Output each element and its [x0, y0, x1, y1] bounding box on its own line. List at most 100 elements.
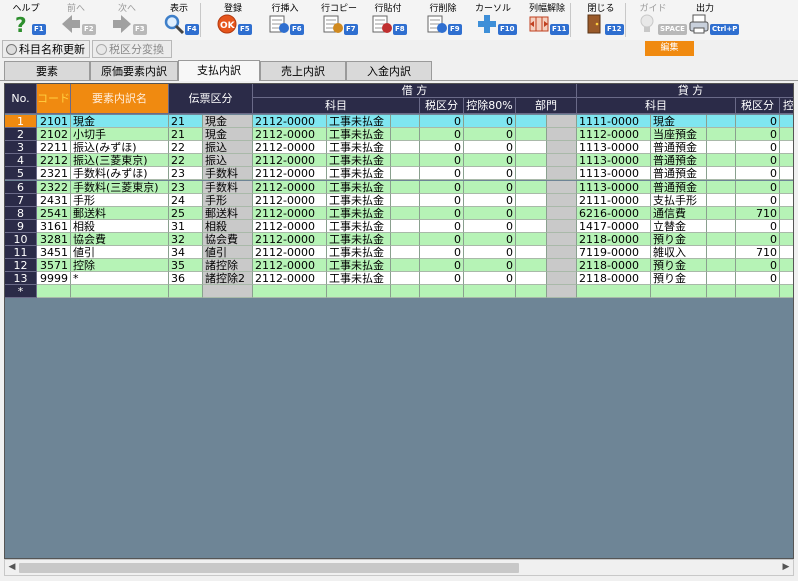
credit-deduct-cell[interactable]	[780, 285, 793, 299]
debit-tax-cell[interactable]: 0	[420, 141, 464, 155]
debit-account-code-cell[interactable]: 2112-0000	[253, 115, 327, 128]
slip-code-cell[interactable]: 23	[169, 180, 203, 194]
credit-deduct-cell[interactable]	[780, 219, 793, 233]
slip-code-cell[interactable]: 35	[169, 259, 203, 273]
credit-spacer-cell[interactable]	[707, 193, 736, 207]
horizontal-scrollbar[interactable]: ◀ ▶	[4, 559, 794, 576]
slip-name-cell[interactable]: 協会費	[203, 232, 253, 246]
debit-account-code-cell[interactable]: 2112-0000	[253, 167, 327, 181]
credit-account-name-cell[interactable]: 預り金	[651, 272, 707, 286]
credit-tax-cell[interactable]: 0	[736, 232, 780, 246]
credit-tax-cell[interactable]: 0	[736, 219, 780, 233]
credit-account-name-cell[interactable]: 立替金	[651, 219, 707, 233]
element-name-cell[interactable]: *	[71, 272, 169, 286]
credit-deduct-cell[interactable]	[780, 193, 793, 207]
credit-account-code-cell[interactable]: 1113-0000	[577, 141, 651, 155]
debit-account-code-cell[interactable]: 2112-0000	[253, 232, 327, 246]
tax-convert-button[interactable]: 税区分変換	[92, 40, 172, 58]
credit-spacer-cell[interactable]	[707, 128, 736, 142]
credit-account-name-cell[interactable]: 現金	[651, 115, 707, 128]
debit-spacer-cell[interactable]	[391, 180, 420, 194]
debit-account-code-cell[interactable]: 2112-0000	[253, 272, 327, 286]
toolbar-button-magnifier[interactable]: 表示 F4	[155, 0, 203, 40]
debit-account-name-cell[interactable]: 工事未払金	[327, 219, 391, 233]
element-name-cell[interactable]: 協会費	[71, 232, 169, 246]
credit-account-code-cell[interactable]: 1113-0000	[577, 167, 651, 181]
scroll-thumb[interactable]	[19, 563, 519, 573]
slip-name-cell[interactable]: 現金	[203, 128, 253, 142]
toolbar-button-ok[interactable]: 登録 OK F5	[208, 0, 258, 40]
debit-dept-cell[interactable]	[516, 259, 547, 273]
debit-account-name-cell[interactable]: 工事未払金	[327, 193, 391, 207]
debit-deduct-cell[interactable]: 0	[464, 206, 516, 220]
debit-dept-name-cell[interactable]	[547, 115, 577, 128]
debit-dept-cell[interactable]	[516, 206, 547, 220]
code-cell[interactable]: 2101	[37, 115, 71, 128]
element-name-cell[interactable]: 控除	[71, 259, 169, 273]
header-debit-tax[interactable]: 税区分	[420, 98, 464, 114]
credit-account-code-cell[interactable]: 2118-0000	[577, 232, 651, 246]
table-row[interactable]: 12 3571 控除 35 諸控除 2112-0000 工事未払金 0 0 2118-0000 預り…	[5, 259, 793, 273]
slip-name-cell[interactable]: 相殺	[203, 219, 253, 233]
header-debit-deduct[interactable]: 控除80%	[464, 98, 516, 114]
credit-spacer-cell[interactable]	[707, 154, 736, 168]
credit-tax-cell[interactable]: 0	[736, 259, 780, 273]
debit-tax-cell[interactable]: 0	[420, 154, 464, 168]
toolbar-button-column-width[interactable]: 列幅解除 F11	[520, 0, 574, 40]
slip-name-cell[interactable]: 現金	[203, 115, 253, 128]
code-cell[interactable]	[37, 285, 71, 299]
element-name-cell[interactable]: 小切手	[71, 128, 169, 142]
debit-dept-cell[interactable]	[516, 128, 547, 142]
header-debit-dept[interactable]: 部門	[516, 98, 577, 114]
debit-tax-cell[interactable]: 0	[420, 115, 464, 128]
element-name-cell[interactable]: 手数料(三菱東京)	[71, 180, 169, 194]
slip-code-cell[interactable]: 24	[169, 193, 203, 207]
debit-spacer-cell[interactable]	[391, 259, 420, 273]
rename-account-button[interactable]: 科目名称更新	[2, 40, 90, 58]
element-name-cell[interactable]: 振込(三菱東京)	[71, 154, 169, 168]
toolbar-button-lightbulb[interactable]: ガイド SPACE	[628, 0, 687, 40]
slip-code-cell[interactable]: 21	[169, 128, 203, 142]
credit-account-name-cell[interactable]: 預り金	[651, 259, 707, 273]
slip-code-cell[interactable]: 21	[169, 115, 203, 128]
code-cell[interactable]: 2102	[37, 128, 71, 142]
element-name-cell[interactable]: 相殺	[71, 219, 169, 233]
table-row[interactable]: 10 3281 協会費 32 協会費 2112-0000 工事未払金 0 0 2118-0000 預…	[5, 232, 793, 246]
credit-deduct-cell[interactable]	[780, 141, 793, 155]
credit-account-name-cell[interactable]: 普通預金	[651, 154, 707, 168]
slip-code-cell[interactable]: 22	[169, 154, 203, 168]
credit-account-name-cell[interactable]: 預り金	[651, 232, 707, 246]
toolbar-button-row-copy[interactable]: 行コピー F7	[314, 0, 364, 40]
element-name-cell[interactable]: 値引	[71, 246, 169, 259]
header-credit-account[interactable]: 科目	[577, 98, 736, 114]
debit-spacer-cell[interactable]	[391, 115, 420, 128]
slip-name-cell[interactable]	[203, 285, 253, 299]
credit-tax-cell[interactable]: 710	[736, 246, 780, 259]
debit-spacer-cell[interactable]	[391, 193, 420, 207]
table-row[interactable]: 13 9999 * 36 諸控除2 2112-0000 工事未払金 0 0 2118-0000 預り…	[5, 272, 793, 286]
header-credit-tax[interactable]: 税区分	[736, 98, 780, 114]
debit-account-name-cell[interactable]: 工事未払金	[327, 115, 391, 128]
debit-account-name-cell[interactable]: 工事未払金	[327, 259, 391, 273]
code-cell[interactable]: 2431	[37, 193, 71, 207]
table-row[interactable]: 3 2211 振込(みずほ) 22 振込 2112-0000 工事未払金 0 0 1113-000…	[5, 141, 793, 155]
credit-account-name-cell[interactable]	[651, 285, 707, 299]
credit-deduct-cell[interactable]	[780, 272, 793, 286]
credit-spacer-cell[interactable]	[707, 206, 736, 220]
code-cell[interactable]: 3161	[37, 219, 71, 233]
debit-account-name-cell[interactable]: 工事未払金	[327, 206, 391, 220]
slip-code-cell[interactable]: 31	[169, 219, 203, 233]
credit-tax-cell[interactable]: 0	[736, 115, 780, 128]
credit-account-code-cell[interactable]	[577, 285, 651, 299]
credit-deduct-cell[interactable]	[780, 167, 793, 181]
credit-spacer-cell[interactable]	[707, 219, 736, 233]
slip-name-cell[interactable]: 諸控除2	[203, 272, 253, 286]
credit-deduct-cell[interactable]	[780, 180, 793, 194]
debit-dept-cell[interactable]	[516, 285, 547, 299]
code-cell[interactable]: 9999	[37, 272, 71, 286]
debit-deduct-cell[interactable]: 0	[464, 141, 516, 155]
credit-account-name-cell[interactable]: 当座預金	[651, 128, 707, 142]
toolbar-button-cursor-cross[interactable]: カーソル F10	[468, 0, 518, 40]
credit-account-code-cell[interactable]: 7119-0000	[577, 246, 651, 259]
slip-name-cell[interactable]: 手形	[203, 193, 253, 207]
